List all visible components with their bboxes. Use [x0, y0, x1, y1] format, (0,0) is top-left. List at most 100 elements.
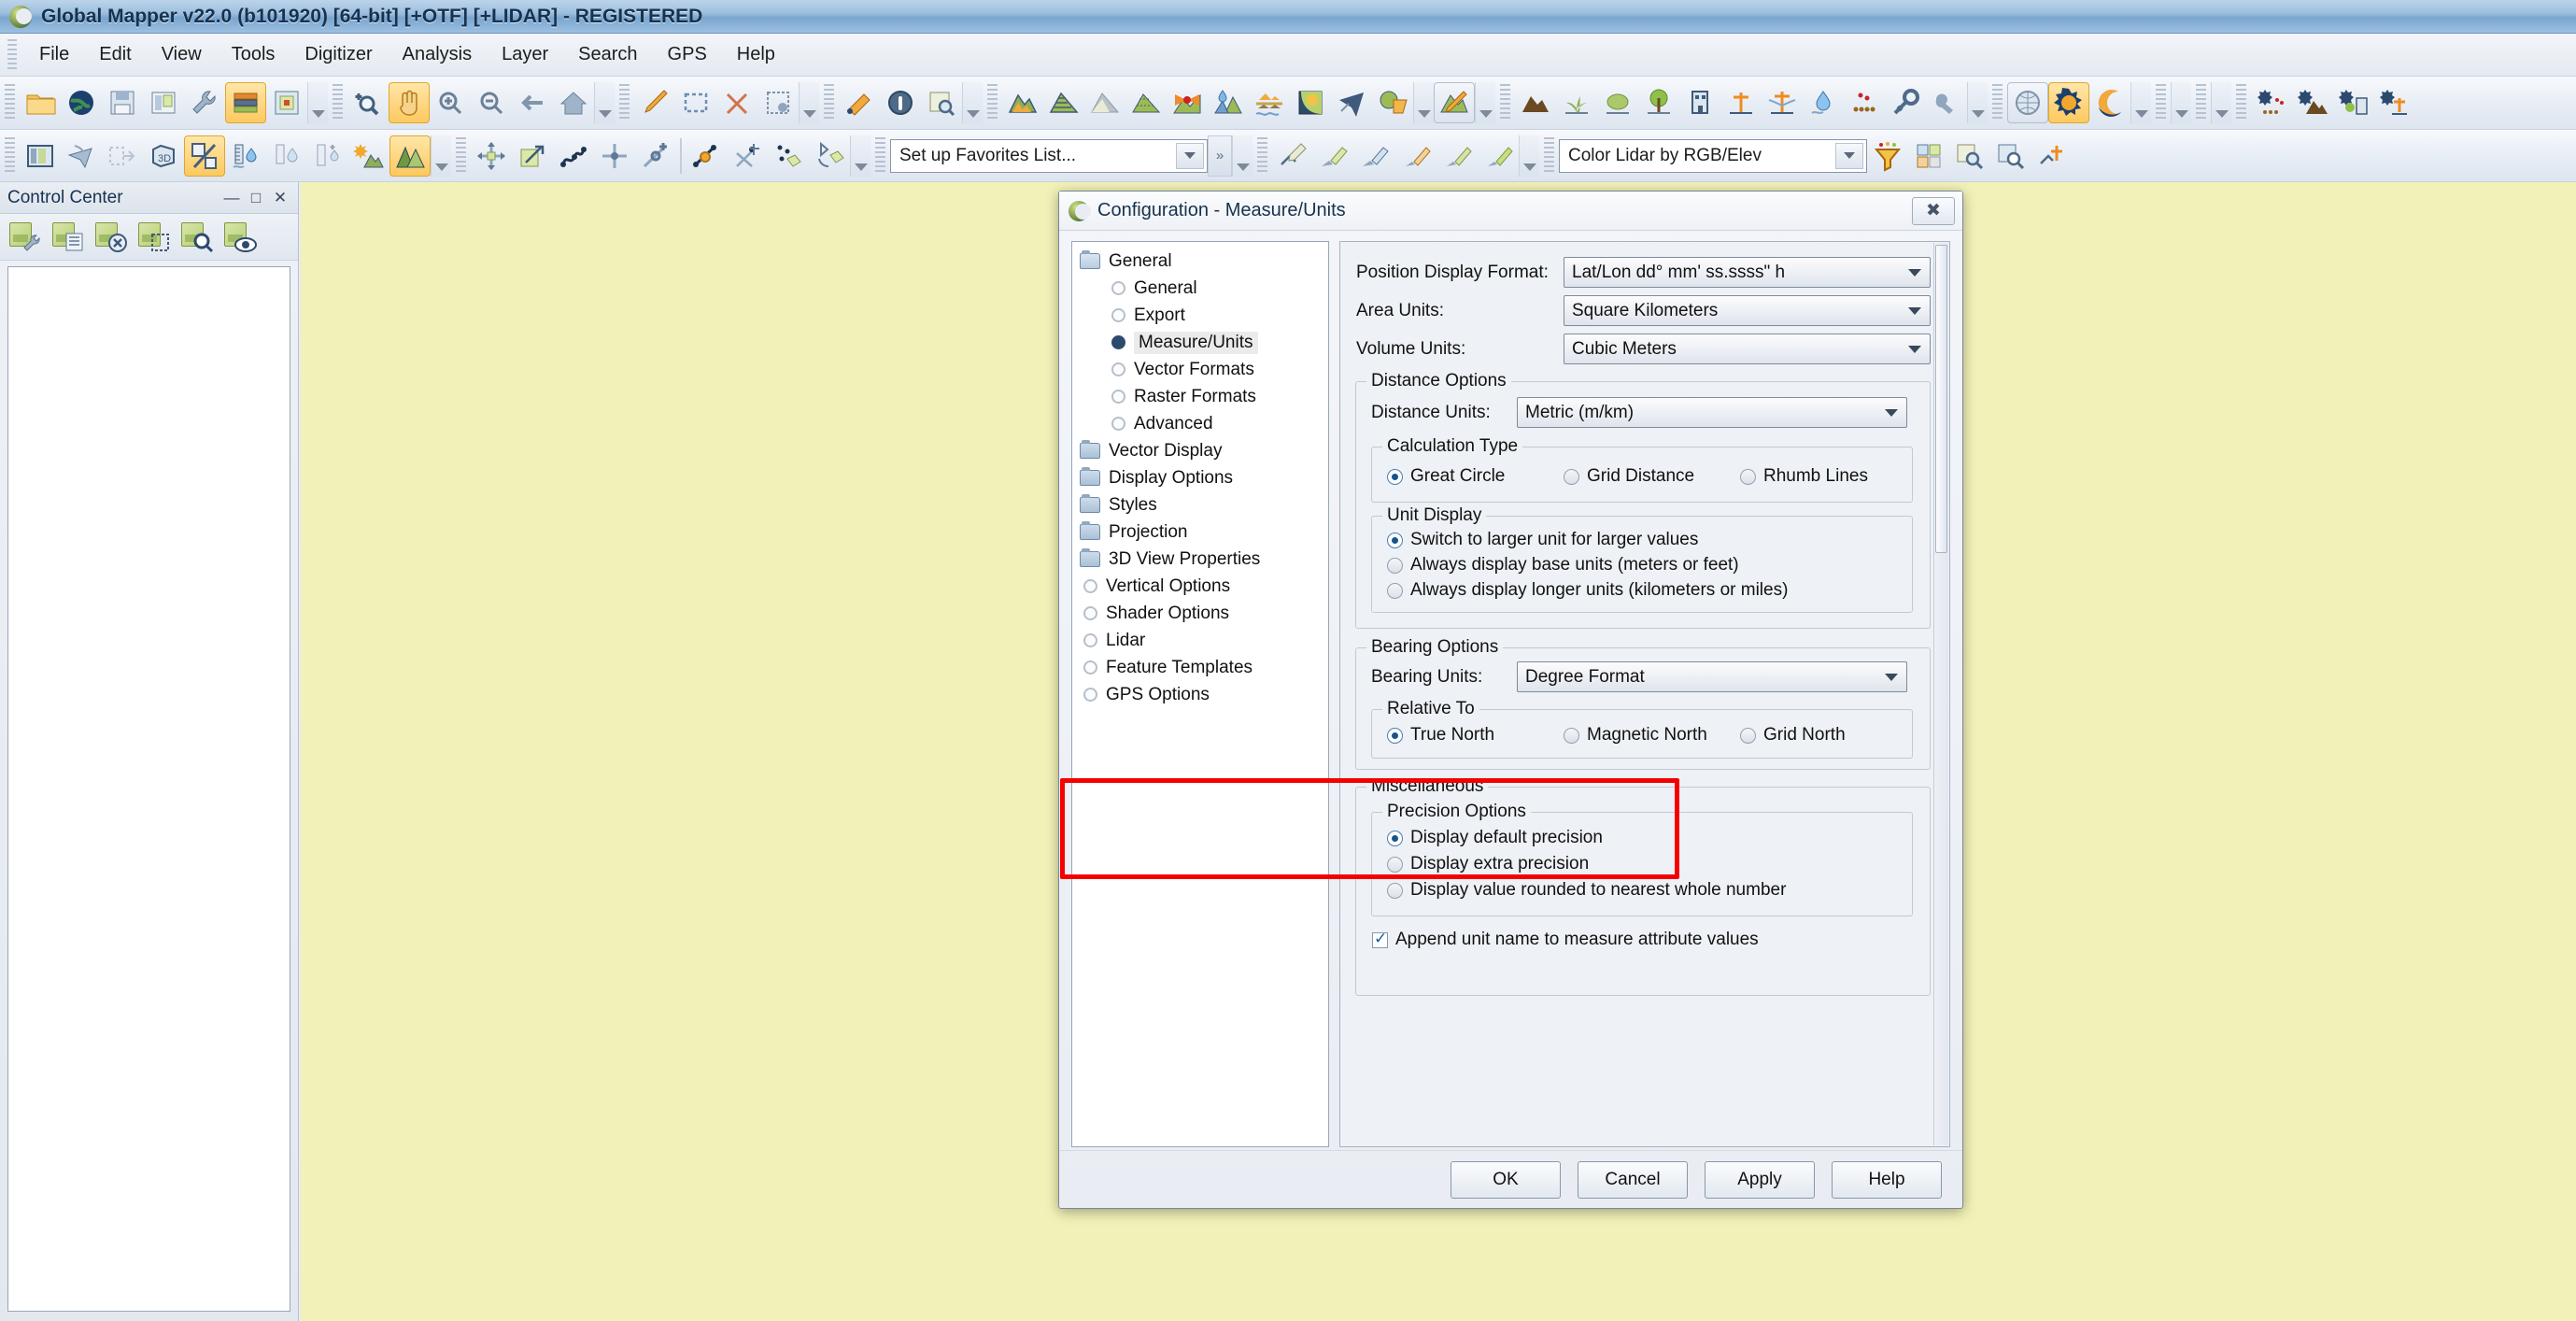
radio-always-base-units[interactable]: Always display base units (meters or fee…	[1387, 555, 1739, 575]
menu-layer[interactable]: Layer	[487, 40, 563, 69]
open-folder-icon[interactable]	[20, 82, 61, 123]
move-feature-icon[interactable]	[594, 135, 635, 177]
layer-bounds-icon[interactable]	[136, 220, 170, 254]
terrain-settings-icon[interactable]	[2292, 82, 2333, 123]
feature-info-circle-icon[interactable]	[880, 82, 921, 123]
tree-item-raster-formats[interactable]: Raster Formats	[1076, 383, 1324, 410]
view-shed-icon[interactable]	[1167, 82, 1208, 123]
path-profile-icon[interactable]	[553, 135, 594, 177]
elevation-grid-icon[interactable]	[1125, 82, 1167, 123]
toolbar-overflow-9[interactable]	[2171, 82, 2191, 123]
radio-display-rounded-whole-number[interactable]: Display value rounded to nearest whole n…	[1387, 880, 1786, 901]
building-point-icon[interactable]	[1679, 82, 1720, 123]
tree-item-display-options[interactable]: Display Options	[1076, 464, 1324, 491]
toolbar-overflow-12[interactable]	[850, 135, 870, 177]
lidar-draw-icon[interactable]	[1272, 135, 1313, 177]
combine-terrain-icon[interactable]	[1372, 82, 1413, 123]
menu-analysis[interactable]: Analysis	[388, 40, 487, 69]
radio-grid-north[interactable]: Grid North	[1740, 725, 1846, 746]
pole-settings-icon[interactable]	[2374, 82, 2415, 123]
menu-tools[interactable]: Tools	[217, 40, 290, 69]
percent-slope-icon[interactable]	[184, 135, 225, 177]
menu-view[interactable]: View	[147, 40, 217, 69]
tree-item-export[interactable]: Export	[1076, 302, 1324, 329]
cancel-button[interactable]: Cancel	[1578, 1160, 1688, 1199]
toolbar-grip[interactable]	[5, 136, 15, 175]
toolbar-grip[interactable]	[5, 84, 15, 121]
distance-units-combo[interactable]: Metric (m/km)	[1517, 397, 1907, 428]
toolbar-grip[interactable]	[2156, 84, 2166, 121]
toolbar-overflow-3[interactable]	[799, 82, 819, 123]
toolbar-grip[interactable]	[1544, 136, 1554, 175]
tree-item-feature-templates[interactable]: Feature Templates	[1076, 654, 1324, 681]
lidar-filter-icon[interactable]	[1867, 135, 1908, 177]
zoom-in-icon[interactable]	[430, 82, 471, 123]
volume-units-combo[interactable]: Cubic Meters	[1564, 334, 1931, 364]
lidar-stats-icon[interactable]	[1908, 135, 1949, 177]
lidar-more-icon[interactable]	[2031, 135, 2073, 177]
layer-metadata-icon[interactable]	[50, 220, 84, 254]
menu-file[interactable]: File	[24, 40, 84, 69]
toolbar-overflow-6[interactable]	[1475, 82, 1495, 123]
shaded-relief-icon[interactable]	[1084, 82, 1125, 123]
search-layer-icon[interactable]	[921, 82, 962, 123]
lidar-brush-icon[interactable]	[1395, 135, 1437, 177]
toolbar-overflow-10[interactable]	[2211, 82, 2231, 123]
minimize-icon[interactable]: —	[219, 187, 244, 209]
smooth-feature-icon[interactable]	[768, 135, 809, 177]
toolbar-overflow-4[interactable]	[962, 82, 983, 123]
tree-item-vector-display[interactable]: Vector Display	[1076, 437, 1324, 464]
layer-options-icon[interactable]	[7, 220, 41, 254]
sun-terrain-icon[interactable]	[348, 135, 389, 177]
area-units-combo[interactable]: Square Kilometers	[1564, 295, 1931, 326]
lidar-paint-icon[interactable]	[1313, 135, 1354, 177]
save-workspace-icon[interactable]	[102, 82, 143, 123]
toolbar-grip[interactable]	[2196, 84, 2206, 121]
tree-item-lidar[interactable]: Lidar	[1076, 627, 1324, 654]
toolbar-grip[interactable]	[824, 84, 834, 121]
toolbar-grip[interactable]	[875, 136, 885, 175]
power-line-icon[interactable]	[1762, 82, 1803, 123]
radio-switch-to-larger-unit[interactable]: Switch to larger unit for larger values	[1387, 530, 1698, 550]
chevron-down-icon[interactable]	[1176, 142, 1204, 169]
checkbox-append-unit-name[interactable]: Append unit name to measure attribute va…	[1372, 930, 1759, 950]
open-data-online-icon[interactable]	[61, 82, 102, 123]
layer-zoom-icon[interactable]	[179, 220, 214, 254]
lidar-zoom-icon[interactable]	[1990, 135, 2031, 177]
control-center-panel-icon[interactable]	[20, 135, 61, 177]
digitizer-pencil-icon[interactable]	[634, 82, 675, 123]
lidar-classify-icon[interactable]	[1354, 135, 1395, 177]
radio-display-extra-precision[interactable]: Display extra precision	[1387, 854, 1589, 874]
menu-help[interactable]: Help	[722, 40, 790, 69]
lidar-edit-icon[interactable]	[1437, 135, 1478, 177]
zoom-select-icon[interactable]	[347, 82, 389, 123]
rotate-feature-icon[interactable]	[635, 135, 676, 177]
scale-move-icon[interactable]	[512, 135, 553, 177]
radio-always-longer-units[interactable]: Always display longer units (kilometers …	[1387, 580, 1788, 601]
grass-point-icon[interactable]	[1556, 82, 1597, 123]
ok-button[interactable]: OK	[1451, 1160, 1561, 1199]
toolbar-grip[interactable]	[1257, 136, 1267, 175]
pan-move-icon[interactable]	[471, 135, 512, 177]
toolbar-overflow-5[interactable]	[1413, 82, 1434, 123]
back-arrow-icon[interactable]	[512, 82, 553, 123]
zoom-out-icon[interactable]	[471, 82, 512, 123]
contour-icon[interactable]	[1043, 82, 1084, 123]
toolbar-overflow-1[interactable]	[307, 82, 328, 123]
tree-point-icon[interactable]	[1638, 82, 1679, 123]
point-cloud-settings-icon[interactable]	[2251, 82, 2292, 123]
maximize-icon[interactable]: □	[244, 187, 268, 209]
pan-hand-icon[interactable]	[389, 82, 430, 123]
tree-item-shader-options[interactable]: Shader Options	[1076, 600, 1324, 627]
lidar-erase-icon[interactable]	[1478, 135, 1519, 177]
control-center-icon[interactable]	[225, 82, 266, 123]
radio-grid-distance[interactable]: Grid Distance	[1564, 466, 1694, 487]
lidar-color-combo[interactable]: Color Lidar by RGB/Elev	[1559, 138, 1867, 173]
menu-edit[interactable]: Edit	[84, 40, 146, 69]
rotate-shape-icon[interactable]	[809, 135, 850, 177]
close-icon[interactable]: ✕	[268, 187, 292, 209]
toolbar-grip[interactable]	[1992, 84, 2003, 121]
tree-item-measure-units[interactable]: Measure/Units	[1076, 329, 1324, 356]
terrain-layer-icon[interactable]	[1002, 82, 1043, 123]
water-drop-icon[interactable]	[1803, 82, 1844, 123]
